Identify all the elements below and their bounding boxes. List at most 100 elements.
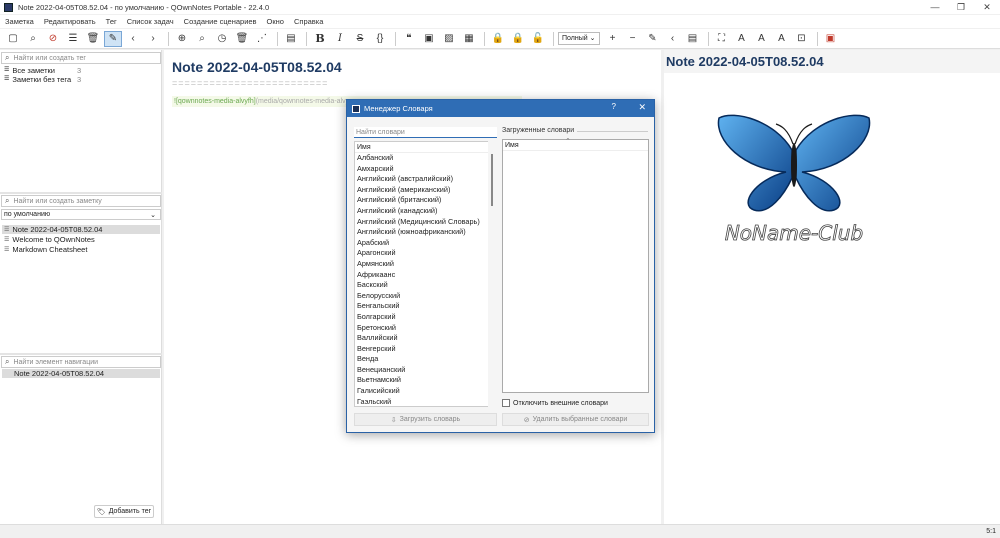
download-dictionary-button[interactable]: ⇩ Загрузить словарь [354,413,497,426]
document-icon[interactable]: ▤ [282,31,300,47]
tag-item-untagged[interactable]: ☰ Заметки без тега 3 [4,75,81,84]
menu-tag[interactable]: Тег [106,17,117,26]
panel-divider[interactable] [0,192,162,194]
list-item[interactable]: Английский (американский) [355,185,495,196]
back-icon[interactable]: ‹ [124,31,142,47]
nav-item[interactable]: Note 2022-04-05T08.52.04 [2,369,160,378]
share-icon[interactable]: ⋰ [253,31,271,47]
list-item[interactable]: Амхарский [355,164,495,175]
italic-icon[interactable]: I [331,31,349,47]
list-item[interactable]: Английский (Медицинский Словарь) [355,217,495,228]
list-item[interactable]: Болгарский [355,312,495,323]
minus-icon[interactable]: − [624,31,642,47]
screenshot-icon[interactable]: ⊡ [793,31,811,47]
panel-icon[interactable]: ▤ [684,31,702,47]
add-tag-button[interactable]: 🏷 Добавить тег [94,505,154,518]
list-item[interactable]: Валлийский [355,333,495,344]
list-item[interactable]: Албанский [355,153,495,164]
list-item[interactable]: Английский (канадский) [355,206,495,217]
menu-help[interactable]: Справка [294,17,323,26]
calendar-icon[interactable]: ▦ [460,31,478,47]
available-dictionaries-list[interactable]: Имя ⌃ Албанский Амхарский Английский (ав… [354,141,496,407]
list-item[interactable]: Бенгальский [355,301,495,312]
code-icon[interactable]: {} [371,31,389,47]
list-item[interactable]: Арагонский [355,248,495,259]
unlock-icon[interactable]: 🔓 [529,31,547,47]
delete-icon[interactable]: 🗑 [233,31,251,47]
list-item[interactable]: Венецианский [355,365,495,376]
menu-edit[interactable]: Редактировать [44,17,96,26]
font-reset-icon[interactable]: A [773,31,791,47]
image-icon[interactable]: ▣ [420,31,438,47]
list-item[interactable]: Венгерский [355,344,495,355]
list-item[interactable]: Венда [355,354,495,365]
panel-divider[interactable] [0,353,162,355]
dictionary-search-input[interactable]: Найти словари [354,127,497,138]
trash-icon[interactable]: 🗑 [84,31,102,47]
list-column-header[interactable]: Имя ⌃ [503,138,648,151]
search-icon[interactable]: ⌕ [24,31,42,47]
help-button[interactable]: ? [612,102,616,111]
dialog-title-bar: Менеджер Словаря ? ✕ [347,100,654,117]
menu-window[interactable]: Окно [267,17,284,26]
tag-search-field[interactable]: ⌕ Найти или создать тег [1,52,161,64]
note-title: Markdown Cheatsheet [12,245,88,254]
list-item[interactable]: Английский (южноафриканский) [355,227,495,238]
menu-todo[interactable]: Список задач [127,17,174,26]
plus-icon[interactable]: + [604,31,622,47]
forward-icon[interactable]: › [144,31,162,47]
nav-search-field[interactable]: ⌕ Найти элемент навигации [1,356,161,368]
clock-icon[interactable]: ◷ [213,31,231,47]
lock-icon[interactable]: 🔒 [489,31,507,47]
mode-combo[interactable]: Полный ⌄ [558,32,600,45]
menu-scripting[interactable]: Создание сценариев [184,17,257,26]
new-note-icon[interactable]: ▢ [4,31,22,47]
loaded-dictionaries-list[interactable]: Имя ⌃ [502,138,649,393]
preview-heading: Note 2022-04-05T08.52.04 [666,54,824,69]
edit-list-icon[interactable]: ☰ [64,31,82,47]
list-item[interactable]: Бретонский [355,323,495,334]
minimize-button[interactable]: — [922,0,948,14]
left-arrow-icon[interactable]: ‹ [664,31,682,47]
checkbox-box[interactable] [502,399,510,407]
list-item[interactable]: Белорусский [355,291,495,302]
picture-icon[interactable]: ▨ [440,31,458,47]
list-item[interactable]: Африкаанс [355,270,495,281]
list-item[interactable]: Гаэльский [355,397,495,406]
font-increase-icon[interactable]: A [733,31,751,47]
list-item[interactable]: Английский (австралийский) [355,174,495,185]
quote-icon[interactable]: ❝ [400,31,418,47]
zoom-icon[interactable]: ⊕ [173,31,191,47]
note-list-item[interactable]: ☰ Markdown Cheatsheet [2,245,160,254]
maximize-button[interactable]: ❐ [948,0,974,14]
scrollbar-thumb[interactable] [491,154,493,206]
list-column-header[interactable]: Имя ⌃ [355,142,495,153]
window-icon[interactable]: ▣ [822,31,840,47]
list-item[interactable]: Английский (британский) [355,195,495,206]
strikethrough-icon[interactable]: S [351,31,369,47]
font-decrease-icon[interactable]: A [753,31,771,47]
pencil-icon[interactable]: ✎ [104,30,122,47]
folder-select[interactable]: по умолчанию ⌄ [1,209,161,220]
note-list-item[interactable]: ☰ Note 2022-04-05T08.52.04 [2,225,160,234]
fullscreen-icon[interactable]: ⛶ [713,31,731,47]
note-list-item[interactable]: ☰ Welcome to QOwnNotes [2,235,160,244]
list-item[interactable]: Вьетнамский [355,375,495,386]
close-window-button[interactable]: ✕ [974,0,1000,14]
list-item[interactable]: Армянский [355,259,495,270]
find-icon[interactable]: ⌕ [193,31,211,47]
tag-item-all-notes[interactable]: ☰ Все заметки 3 [4,66,81,75]
disable-external-dictionaries-checkbox[interactable]: Отключить внешние словари [502,399,608,407]
menu-note[interactable]: Заметка [5,17,34,26]
list-scrollbar[interactable] [488,141,496,407]
bold-icon[interactable]: B [311,31,329,47]
pen-icon[interactable]: ✎ [644,31,662,47]
note-search-field[interactable]: ⌕ Найти или создать заметку [1,195,161,207]
delete-selected-dictionaries-button[interactable]: ⊘ Удалить выбранные словари [502,413,649,426]
lock-alt-icon[interactable]: 🔒 [509,31,527,47]
list-item[interactable]: Баскский [355,280,495,291]
dialog-close-button[interactable]: ✕ [638,102,646,113]
list-item[interactable]: Галисийский [355,386,495,397]
list-item[interactable]: Арабский [355,238,495,249]
no-entry-icon[interactable]: ⊘ [44,31,62,47]
